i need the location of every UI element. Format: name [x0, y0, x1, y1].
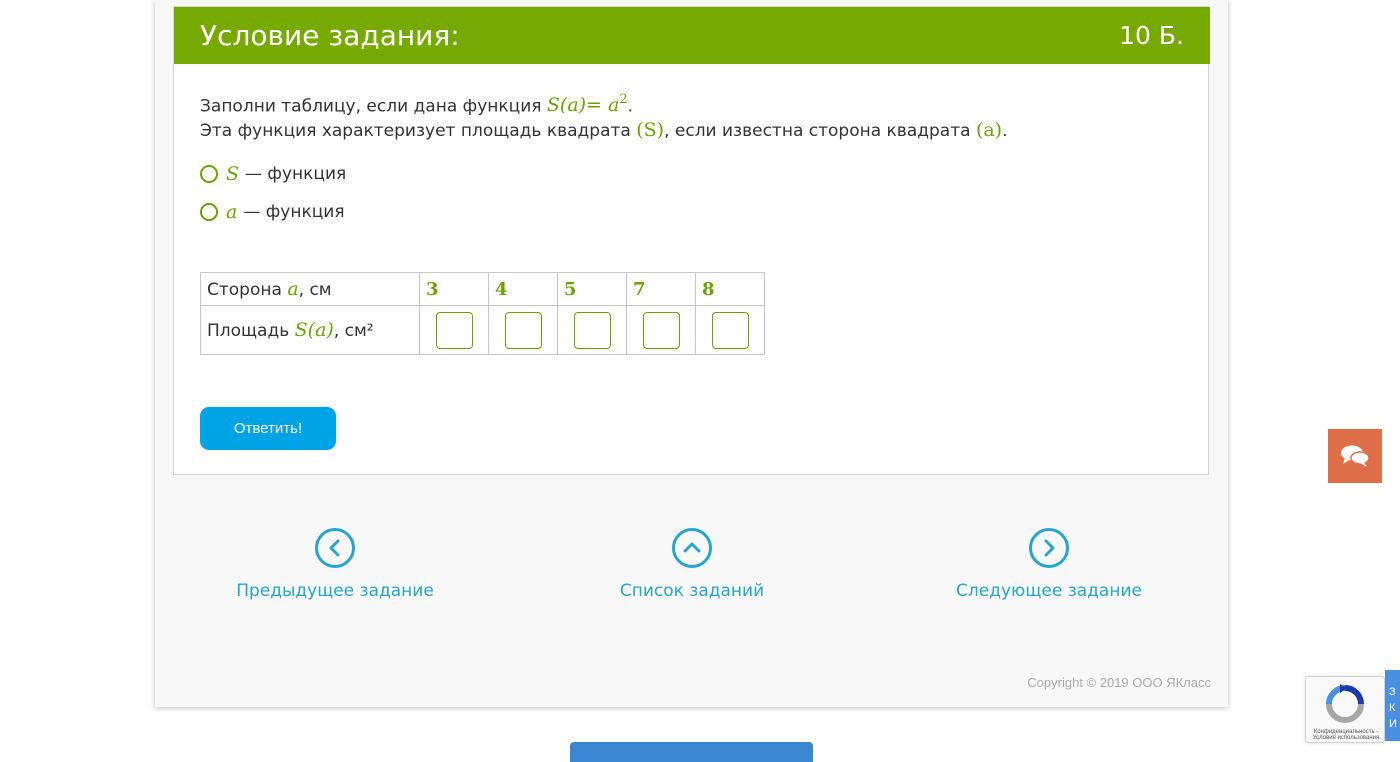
- feedback-chat-button[interactable]: [1328, 429, 1382, 483]
- var-a: (a): [975, 119, 1003, 141]
- area-input-2[interactable]: [504, 311, 542, 349]
- task-list-label[interactable]: Список заданий: [562, 581, 822, 601]
- radio-a-function[interactable]: [200, 203, 218, 221]
- label-text: Площадь: [207, 321, 295, 341]
- area-input-cell: [557, 305, 627, 355]
- task-statement-line-1: Заполни таблицу, если дана функция S(a)=…: [200, 92, 634, 117]
- area-input-1[interactable]: [435, 311, 473, 349]
- option-var: a: [226, 201, 238, 223]
- next-task-label[interactable]: Следующее задание: [919, 581, 1179, 601]
- label-var: a: [287, 278, 299, 300]
- statement-end: .: [627, 96, 634, 117]
- bottom-blue-button[interactable]: [570, 742, 813, 762]
- side-value: 3: [426, 278, 439, 300]
- chat-bubbles-icon: [1341, 445, 1370, 467]
- label-var: S(a): [294, 319, 334, 341]
- label-suffix: , см: [298, 280, 332, 300]
- side-value: 4: [495, 278, 508, 300]
- task-points: 10 Б.: [1119, 21, 1184, 50]
- radio-s-function[interactable]: [200, 165, 218, 183]
- option-a-function[interactable]: a — функция: [200, 200, 345, 224]
- option-var: S: [226, 163, 240, 185]
- task-title: Условие задания:: [200, 19, 460, 52]
- var-s: (S): [636, 119, 665, 141]
- statement-end: .: [1002, 121, 1008, 141]
- chevron-up-icon[interactable]: [672, 528, 712, 568]
- statement-text: Заполни таблицу, если дана функция: [200, 96, 547, 117]
- label-text: Сторона: [207, 280, 288, 300]
- area-input-4[interactable]: [642, 311, 680, 349]
- row-label-side: Сторона a, см: [200, 272, 420, 306]
- table-row-area: Площадь S(a), см²: [200, 305, 765, 355]
- side-value-cell: 3: [419, 272, 489, 306]
- area-input-cell: [626, 305, 696, 355]
- task-statement-line-2: Эта функция характеризует площадь квадра…: [200, 119, 1008, 141]
- area-input-cell: [695, 305, 765, 355]
- recaptcha-icon: [1326, 684, 1364, 723]
- task-header: Условие задания: 10 Б.: [174, 7, 1210, 64]
- formula-exponent: 2: [619, 92, 628, 107]
- submit-answer-button[interactable]: Ответить!: [200, 407, 336, 450]
- next-task-link[interactable]: Следующее задание: [919, 528, 1179, 601]
- side-value: 7: [633, 278, 646, 300]
- statement-text: Эта функция характеризует площадь квадра…: [200, 121, 637, 141]
- side-value-cell: 5: [557, 272, 627, 306]
- chevron-left-icon[interactable]: [315, 528, 355, 568]
- side-value-cell: 8: [695, 272, 765, 306]
- task-card: Условие задания: 10 Б. Заполни таблицу, …: [173, 6, 1210, 475]
- side-value-cell: 4: [488, 272, 558, 306]
- label-suffix: , см²: [333, 321, 374, 341]
- side-value-cell: 7: [626, 272, 696, 306]
- side-blue-tab[interactable]: З К И: [1385, 670, 1400, 741]
- row-label-area: Площадь S(a), см²: [200, 305, 420, 355]
- option-s-function[interactable]: S — функция: [200, 162, 346, 186]
- chevron-right-icon[interactable]: [1029, 528, 1069, 568]
- area-input-3[interactable]: [573, 311, 611, 349]
- area-input-cell: [419, 305, 489, 355]
- task-list-link[interactable]: Список заданий: [562, 528, 822, 601]
- recaptcha-terms: Конфиденциальность - Условия использован…: [1312, 729, 1380, 741]
- previous-task-link[interactable]: Предыдущее задание: [205, 528, 465, 601]
- function-formula: S(a)= a2: [546, 92, 628, 117]
- statement-mid: , если известна сторона квадрата: [664, 121, 976, 141]
- previous-task-label[interactable]: Предыдущее задание: [205, 581, 465, 601]
- side-value: 8: [702, 278, 715, 300]
- side-value: 5: [564, 278, 577, 300]
- option-text: — функция: [245, 164, 347, 184]
- formula-base: S(a)= a: [546, 94, 620, 117]
- copyright-text: Copyright © 2019 ООО ЯКласс: [1027, 675, 1211, 690]
- recaptcha-badge[interactable]: Конфиденциальность - Условия использован…: [1305, 676, 1385, 743]
- page-container: Условие задания: 10 Б. Заполни таблицу, …: [155, 0, 1228, 707]
- area-input-5[interactable]: [711, 311, 749, 349]
- function-table: Сторона a, см 3 4 5 7 8 Площадь S(a), см…: [200, 272, 765, 355]
- area-input-cell: [488, 305, 558, 355]
- table-row-side: Сторона a, см 3 4 5 7 8: [200, 272, 765, 306]
- option-text: — функция: [243, 202, 345, 222]
